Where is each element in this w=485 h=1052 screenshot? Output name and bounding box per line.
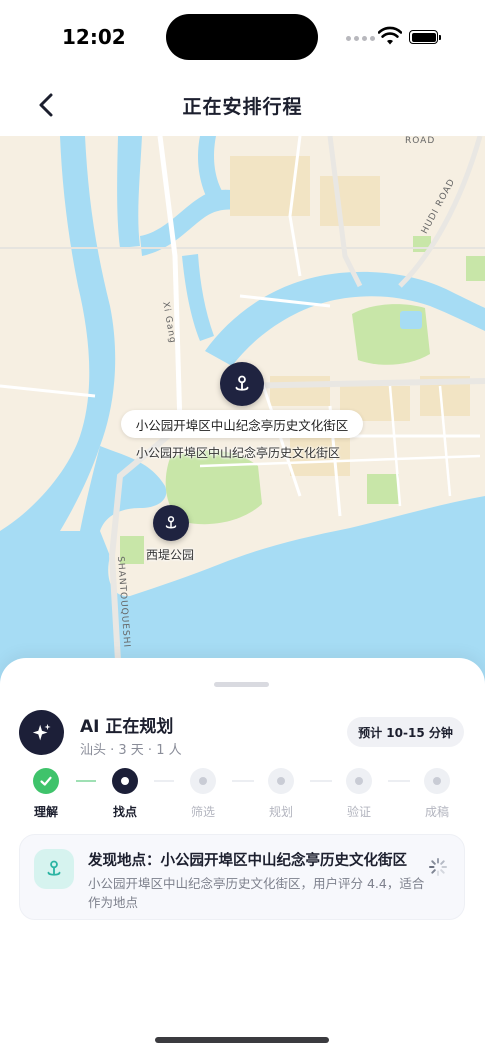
map-view[interactable]: Xi Gang HUDI ROAD ROAD SHANTOUQUESHI 小公园… bbox=[0, 136, 485, 696]
step-label: 找点 bbox=[112, 805, 137, 819]
loading-spinner-icon bbox=[429, 858, 447, 876]
status-time: 12:02 bbox=[62, 25, 126, 49]
finding-title: 发现地点：小公园开埠区中山纪念亭历史文化街区 bbox=[88, 853, 407, 869]
step-verify: 验证 bbox=[334, 768, 384, 820]
status-bar: 12:02 bbox=[0, 0, 485, 75]
step-label: 理解 bbox=[33, 805, 58, 819]
ai-avatar bbox=[19, 710, 64, 755]
planner-title: AI 正在规划 bbox=[80, 717, 174, 737]
sheet-grabber[interactable] bbox=[214, 682, 269, 687]
sparkle-icon bbox=[32, 723, 51, 740]
finding-icon-box bbox=[34, 849, 74, 889]
planner-subtitle: 汕头 · 3 天 · 1 人 bbox=[80, 743, 182, 758]
cellular-signal-icon bbox=[346, 36, 375, 41]
step-finalize: 成稿 bbox=[412, 768, 462, 820]
step-understand: 理解 bbox=[21, 768, 71, 820]
page-title: 正在安排行程 bbox=[182, 96, 303, 118]
battery-icon bbox=[409, 30, 441, 44]
step-label: 验证 bbox=[346, 805, 371, 819]
finding-card[interactable]: 发现地点：小公园开埠区中山纪念亭历史文化街区 小公园开埠区中山纪念亭历史文化街区… bbox=[19, 834, 465, 920]
map-callout[interactable]: 小公园开埠区中山纪念亭历史文化街区 bbox=[121, 410, 363, 438]
map-pin-icon bbox=[47, 860, 61, 876]
step-connector bbox=[154, 780, 174, 782]
step-connector bbox=[388, 780, 410, 782]
check-icon bbox=[40, 776, 52, 786]
road-label-road: ROAD bbox=[405, 136, 436, 146]
location-pin-icon bbox=[165, 516, 177, 529]
step-find-places: 找点 bbox=[100, 768, 150, 820]
home-indicator[interactable] bbox=[155, 1037, 329, 1043]
dynamic-island bbox=[166, 14, 318, 60]
location-pin-icon bbox=[235, 375, 249, 391]
step-label: 筛选 bbox=[190, 805, 215, 819]
wifi-icon bbox=[378, 26, 402, 45]
map-place-label-secondary: 西堤公园 bbox=[146, 548, 195, 562]
step-connector bbox=[232, 780, 254, 782]
step-plan: 规划 bbox=[256, 768, 306, 820]
map-place-label-main: 小公园开埠区中山纪念亭历史文化街区 bbox=[136, 446, 341, 460]
step-connector bbox=[76, 780, 96, 782]
eta-badge: 预计 10-15 分钟 bbox=[347, 717, 464, 747]
step-label: 规划 bbox=[268, 805, 293, 819]
map-pin-main[interactable] bbox=[220, 362, 264, 406]
finding-description: 小公园开埠区中山纪念亭历史文化街区，用户评分 4.4，适合作为地点 bbox=[88, 876, 425, 910]
navigation-bar: 正在安排行程 bbox=[0, 75, 485, 136]
step-connector bbox=[310, 780, 332, 782]
map-pin-secondary[interactable] bbox=[153, 505, 189, 541]
progress-stepper: 理解 找点 筛选 规划 验证 成稿 bbox=[0, 768, 485, 824]
planning-sheet: AI 正在规划 汕头 · 3 天 · 1 人 预计 10-15 分钟 理解 找点… bbox=[0, 658, 485, 1052]
step-label: 成稿 bbox=[424, 805, 449, 819]
step-filter: 筛选 bbox=[178, 768, 228, 820]
